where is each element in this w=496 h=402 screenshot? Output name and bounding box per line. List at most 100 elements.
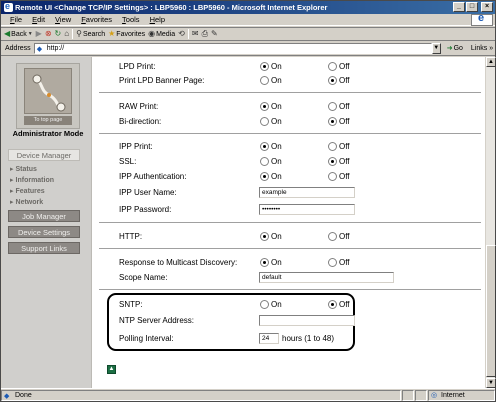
ntp-address-label: NTP Server Address: bbox=[119, 316, 194, 325]
lpd-print-off-radio[interactable] bbox=[328, 62, 337, 71]
back-button[interactable]: ◀ Back ▼ bbox=[4, 30, 33, 38]
polling-unit: hours (1 to 48) bbox=[282, 334, 335, 343]
address-input[interactable]: ◆ http:// bbox=[33, 43, 432, 54]
menu-view[interactable]: View bbox=[50, 15, 76, 24]
history-icon[interactable]: ⟲ bbox=[178, 30, 185, 38]
ntp-address-input[interactable] bbox=[259, 315, 355, 326]
multicast-row: Response to Multicast Discovery: On Off bbox=[109, 256, 485, 269]
links-button[interactable]: Links » bbox=[471, 45, 493, 52]
lpd-print-row: LPD Print: On Off bbox=[109, 60, 485, 73]
lpd-banner-on-radio[interactable] bbox=[260, 76, 269, 85]
menu-file[interactable]: File bbox=[5, 15, 27, 24]
ssl-on-radio[interactable] bbox=[260, 157, 269, 166]
section-divider bbox=[99, 222, 481, 224]
nav-support-links[interactable]: Support Links bbox=[8, 242, 80, 254]
status-cell bbox=[402, 389, 414, 401]
off-label: Off bbox=[339, 172, 350, 181]
status-text: Done bbox=[15, 391, 32, 399]
ipp-auth-label: IPP Authentication: bbox=[119, 172, 187, 181]
media-icon: ◉ bbox=[148, 29, 156, 38]
edit-icon[interactable]: ✎ bbox=[211, 30, 218, 38]
page-content: To top page Administrator Mode Device Ma… bbox=[2, 57, 485, 388]
lpd-banner-off-radio[interactable] bbox=[328, 76, 337, 85]
minimize-button[interactable]: _ bbox=[453, 2, 465, 12]
printer-logo-icon bbox=[24, 68, 72, 114]
ipp-auth-off-radio[interactable] bbox=[328, 172, 337, 181]
section-divider bbox=[99, 133, 481, 135]
nav-features[interactable]: Features bbox=[10, 187, 45, 195]
ipp-print-off-radio[interactable] bbox=[328, 142, 337, 151]
media-button[interactable]: ◉ Media bbox=[148, 30, 175, 38]
go-button[interactable]: ➜ Go bbox=[447, 45, 463, 53]
menu-favorites[interactable]: Favorites bbox=[76, 15, 117, 24]
favorites-button[interactable]: ★ Favorites bbox=[108, 30, 145, 38]
to-top-page-label: To top page bbox=[24, 116, 72, 125]
raw-print-off-radio[interactable] bbox=[328, 102, 337, 111]
scope-name-input[interactable]: default bbox=[259, 272, 394, 283]
refresh-icon[interactable]: ↻ bbox=[55, 30, 62, 38]
http-on-radio[interactable] bbox=[260, 232, 269, 241]
off-label: Off bbox=[339, 117, 350, 126]
ssl-off-radio[interactable] bbox=[328, 157, 337, 166]
polling-input[interactable]: 24 bbox=[259, 333, 279, 344]
dropdown-icon: ▼ bbox=[27, 31, 33, 37]
sntp-on-radio[interactable] bbox=[260, 300, 269, 309]
ipp-auth-on-radio[interactable] bbox=[260, 172, 269, 181]
ipp-password-input[interactable]: •••••••• bbox=[259, 204, 355, 215]
maximize-button[interactable]: □ bbox=[466, 2, 478, 12]
nav-device-settings[interactable]: Device Settings bbox=[8, 226, 80, 238]
ipp-user-input[interactable]: example bbox=[259, 187, 355, 198]
nav-device-manager[interactable]: Device Manager bbox=[8, 149, 80, 161]
off-label: Off bbox=[339, 76, 350, 85]
menu-edit[interactable]: Edit bbox=[27, 15, 50, 24]
multicast-on-radio[interactable] bbox=[260, 258, 269, 267]
section-divider bbox=[99, 92, 481, 94]
mail-icon[interactable]: ✉ bbox=[192, 30, 199, 38]
browser-window: Remote UI <Change TCP/IP Settings> : LBP… bbox=[0, 0, 496, 402]
print-icon[interactable]: ⎙ bbox=[202, 30, 208, 38]
scroll-up-icon[interactable]: ▲ bbox=[486, 57, 496, 67]
ipp-print-on-radio[interactable] bbox=[260, 142, 269, 151]
http-row: HTTP: On Off bbox=[109, 230, 485, 243]
sntp-off-radio[interactable] bbox=[328, 300, 337, 309]
off-label: Off bbox=[339, 300, 350, 309]
forward-arrow-icon[interactable]: ▶ bbox=[36, 30, 42, 38]
scroll-thumb[interactable] bbox=[486, 245, 496, 377]
ipp-password-row: IPP Password: •••••••• bbox=[109, 203, 485, 216]
close-button[interactable]: × bbox=[481, 2, 493, 12]
lpd-print-on-radio[interactable] bbox=[260, 62, 269, 71]
menu-bar: File Edit View Favorites Tools Help bbox=[1, 12, 495, 26]
multicast-off-radio[interactable] bbox=[328, 258, 337, 267]
nav-network[interactable]: Network bbox=[10, 198, 44, 206]
settings-form: LPD Print: On Off Print LPD Banner Page:… bbox=[99, 57, 483, 388]
media-label: Media bbox=[156, 30, 176, 38]
nav-information[interactable]: Information bbox=[10, 176, 55, 184]
sntp-row: SNTP: On Off bbox=[109, 298, 485, 311]
ipp-user-row: IPP User Name: example bbox=[109, 186, 485, 199]
nav-job-manager[interactable]: Job Manager bbox=[8, 210, 80, 222]
bi-direction-row: Bi-direction: On Off bbox=[109, 115, 485, 128]
menu-tools[interactable]: Tools bbox=[117, 15, 145, 24]
http-off-radio[interactable] bbox=[328, 232, 337, 241]
sntp-label: SNTP: bbox=[119, 300, 143, 309]
page-top-icon[interactable]: ▲ bbox=[107, 365, 116, 374]
address-url: http:// bbox=[46, 45, 65, 52]
bi-direction-off-radio[interactable] bbox=[328, 117, 337, 126]
nav-status[interactable]: Status bbox=[10, 165, 37, 173]
stop-icon[interactable]: ⊗ bbox=[45, 30, 52, 38]
scroll-down-icon[interactable]: ▼ bbox=[486, 378, 496, 388]
home-icon[interactable]: ⌂ bbox=[64, 30, 69, 38]
polling-row: Polling Interval: 24 hours (1 to 48) bbox=[109, 332, 485, 345]
address-dropdown-button[interactable]: ▼ bbox=[431, 43, 441, 54]
top-page-logo[interactable]: To top page bbox=[16, 63, 80, 129]
menu-help[interactable]: Help bbox=[145, 15, 170, 24]
vertical-scrollbar[interactable]: ▲ ▼ bbox=[485, 57, 496, 388]
on-label: On bbox=[271, 258, 282, 267]
zone-label: Internet bbox=[441, 391, 465, 399]
ie-icon bbox=[4, 1, 13, 13]
bi-direction-on-radio[interactable] bbox=[260, 117, 269, 126]
search-button[interactable]: ⚲ Search bbox=[76, 30, 105, 38]
address-bar: Address ◆ http:// ▼ ➜ Go Links » bbox=[1, 42, 495, 56]
raw-print-on-radio[interactable] bbox=[260, 102, 269, 111]
search-icon: ⚲ bbox=[76, 29, 82, 38]
